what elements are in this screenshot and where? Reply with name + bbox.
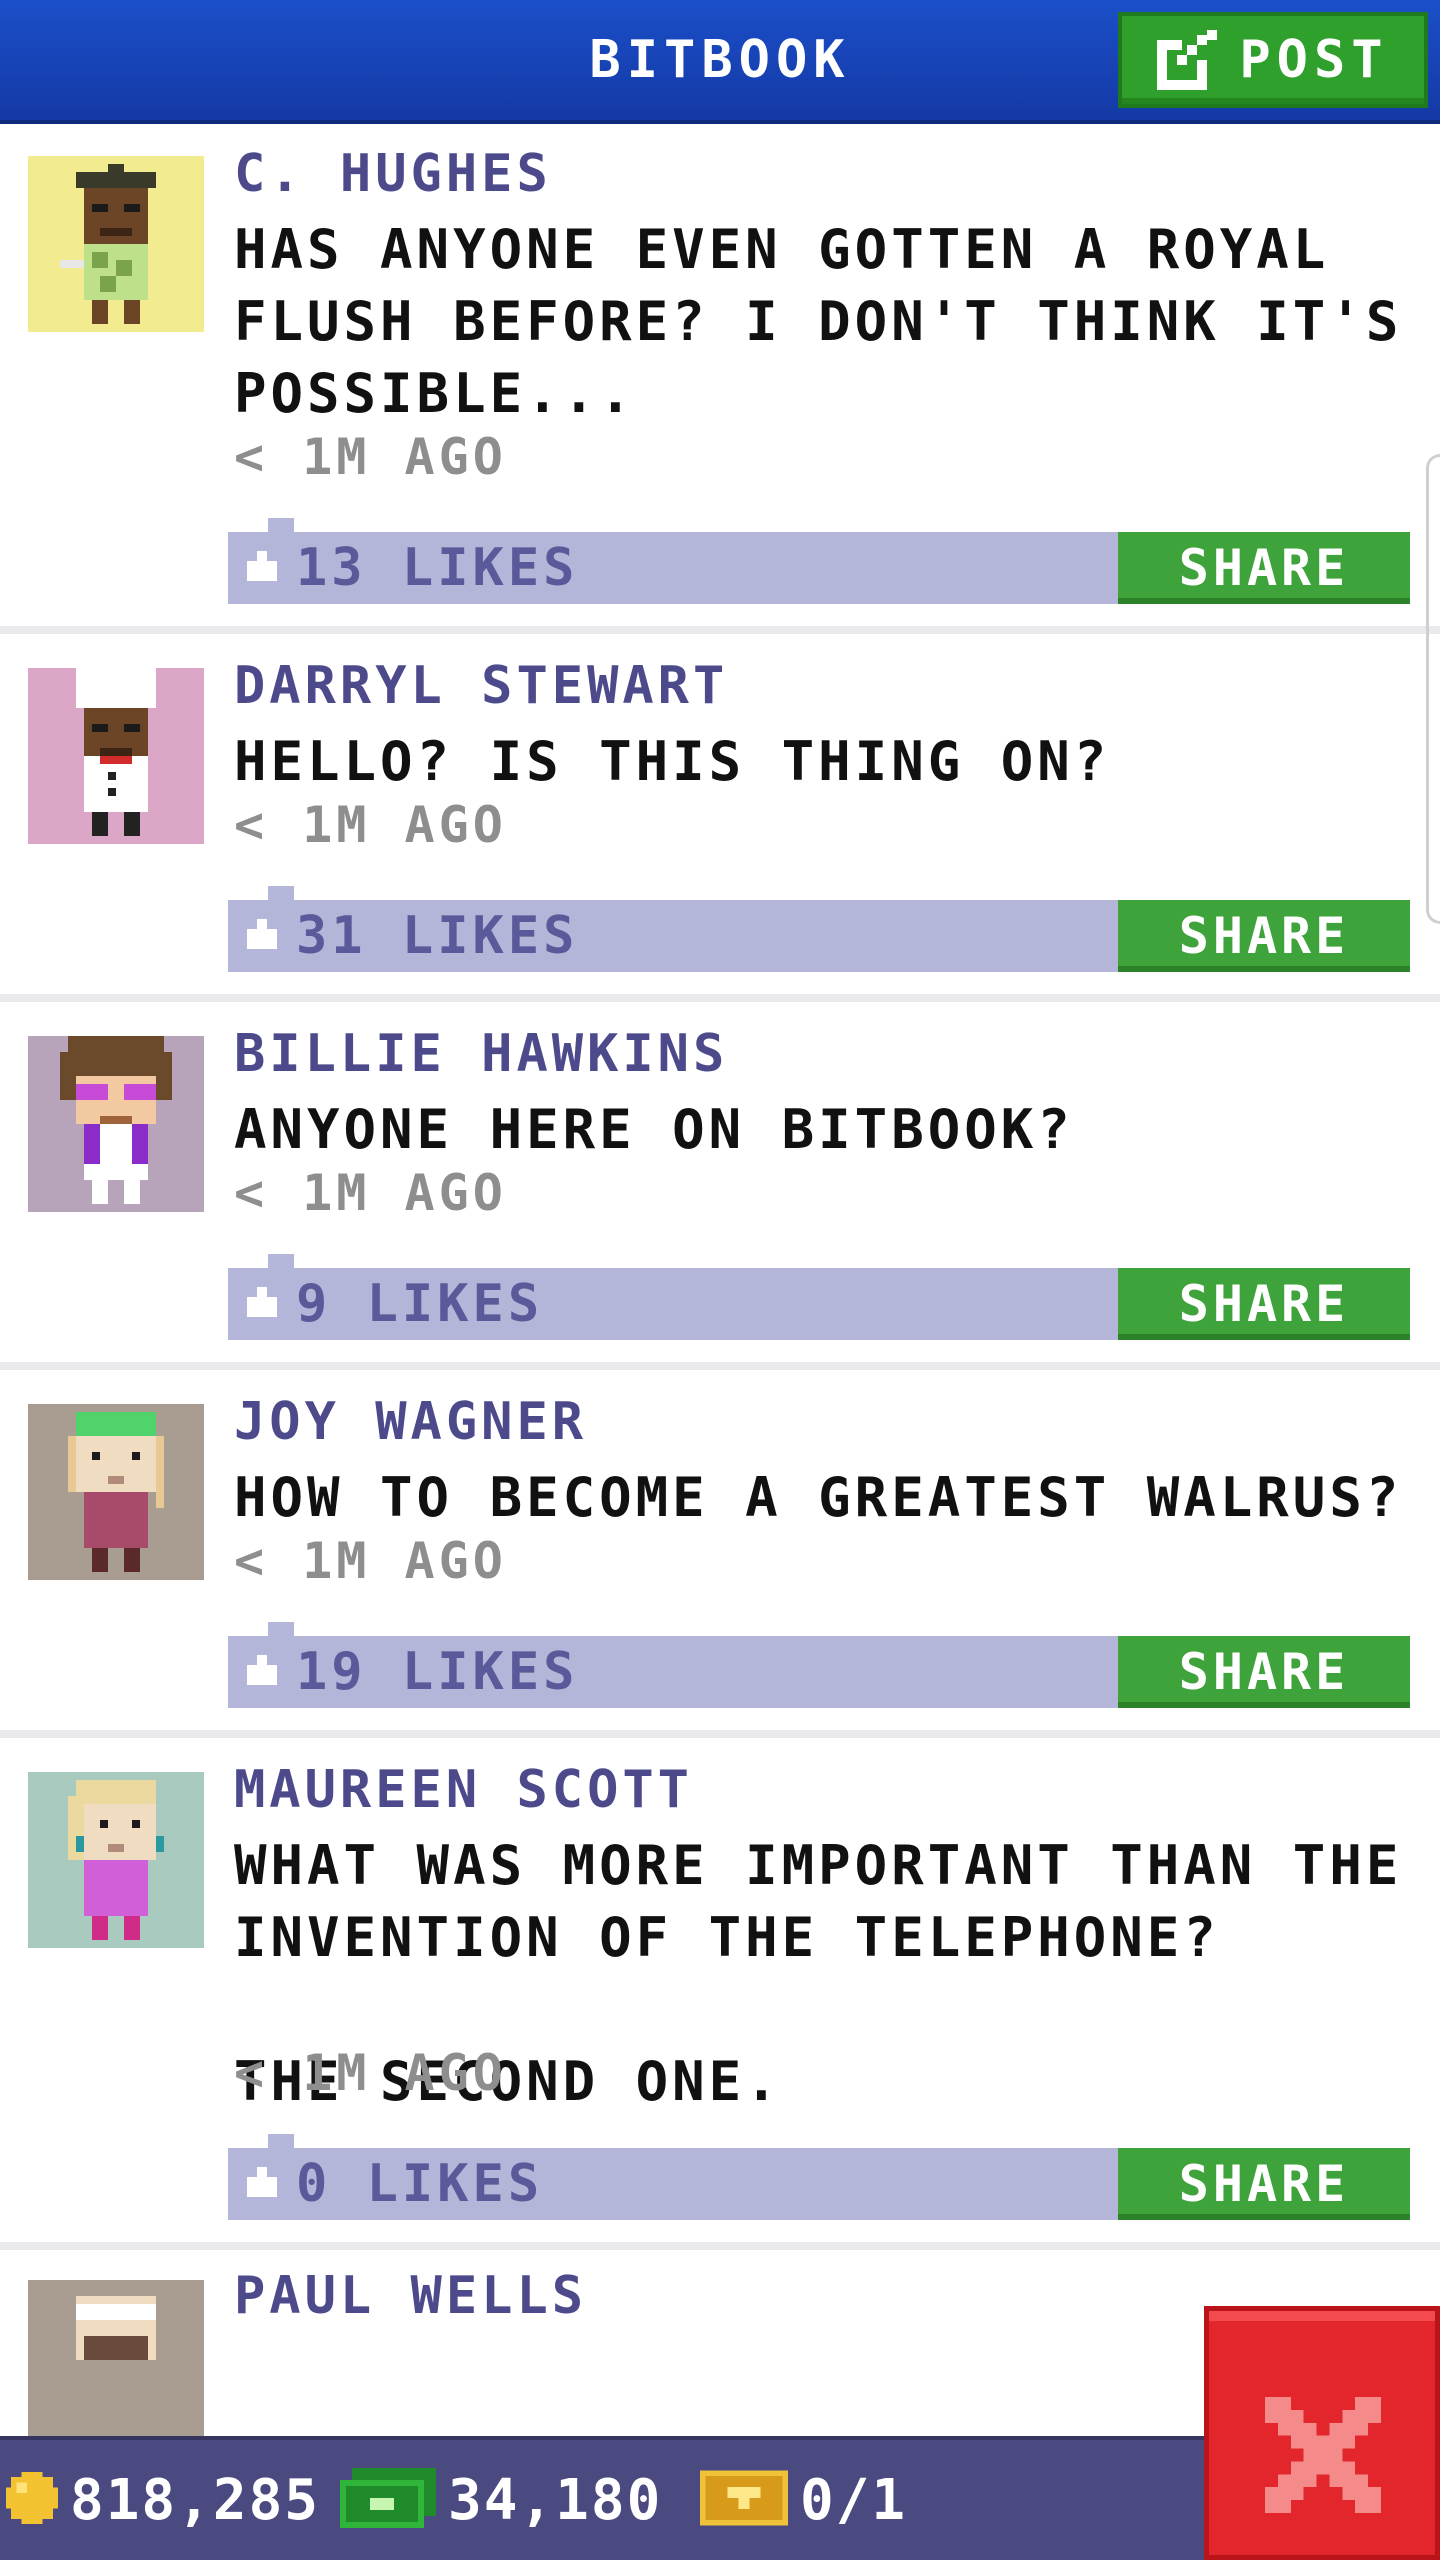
avatar[interactable]: [28, 1404, 204, 1580]
scrollbar[interactable]: [1426, 454, 1440, 924]
tickets-stat: 0/1: [700, 2440, 907, 2560]
divider: [0, 2242, 1440, 2250]
post-author[interactable]: DARRYL STEWART: [234, 656, 728, 716]
coin-icon: [6, 2472, 58, 2528]
post-time: < 1M AGO: [234, 2044, 507, 2102]
likes-bar: 0 LIKES SHARE: [228, 2134, 1410, 2220]
share-button[interactable]: SHARE: [1118, 2148, 1410, 2220]
cash-icon: [340, 2468, 436, 2532]
post-button-label: POST: [1239, 30, 1389, 90]
likes-count: 9 LIKES: [296, 1274, 544, 1334]
likes-bar: 31 LIKES SHARE: [228, 886, 1410, 972]
likes-count: 19 LIKES: [296, 1642, 579, 1702]
avatar[interactable]: [28, 156, 204, 332]
divider: [0, 1362, 1440, 1370]
thumbs-up-icon[interactable]: [242, 914, 282, 958]
post-message: HAS ANYONE EVEN GOTTEN A ROYAL FLUSH BEF…: [234, 218, 1403, 425]
avatar[interactable]: [28, 1036, 204, 1212]
thumbs-up-icon[interactable]: [242, 2162, 282, 2206]
post-author[interactable]: PAUL WELLS: [234, 2266, 587, 2326]
close-button[interactable]: [1204, 2306, 1440, 2560]
likes-count: 13 LIKES: [296, 538, 579, 598]
post-message: ANYONE HERE ON BITBOOK?: [234, 1098, 1074, 1161]
divider: [0, 1730, 1440, 1738]
divider: [0, 994, 1440, 1002]
post-author[interactable]: JOY WAGNER: [234, 1392, 587, 1452]
share-button[interactable]: SHARE: [1118, 1268, 1410, 1340]
post-time: < 1M AGO: [234, 1532, 507, 1590]
divider: [0, 626, 1440, 634]
share-button[interactable]: SHARE: [1118, 900, 1410, 972]
edit-icon: [1157, 30, 1218, 90]
post-message: HOW TO BECOME A GREATEST WALRUS?: [234, 1466, 1403, 1529]
avatar[interactable]: [28, 1772, 204, 1948]
share-button[interactable]: SHARE: [1118, 1636, 1410, 1708]
coins-stat: 818,285: [6, 2440, 320, 2560]
tickets-value: 0/1: [800, 2467, 908, 2533]
avatar[interactable]: [28, 668, 204, 844]
share-button[interactable]: SHARE: [1118, 532, 1410, 604]
thumbs-up-icon[interactable]: [242, 1650, 282, 1694]
post-author[interactable]: C. HUGHES: [234, 144, 552, 204]
post-button[interactable]: POST: [1118, 12, 1428, 108]
post-time: < 1M AGO: [234, 428, 507, 486]
post-author[interactable]: BILLIE HAWKINS: [234, 1024, 728, 1084]
cash-stat: 34,180: [340, 2440, 662, 2560]
app-header: BITBOOK POST: [0, 0, 1440, 124]
likes-bar: 19 LIKES SHARE: [228, 1622, 1410, 1708]
post-time: < 1M AGO: [234, 1164, 507, 1222]
likes-count: 31 LIKES: [296, 906, 579, 966]
likes-bar: 13 LIKES SHARE: [228, 518, 1410, 604]
likes-count: 0 LIKES: [296, 2154, 544, 2214]
cash-value: 34,180: [448, 2467, 663, 2533]
close-icon: [1265, 2397, 1381, 2513]
thumbs-up-icon[interactable]: [242, 546, 282, 590]
coins-value: 818,285: [70, 2467, 321, 2533]
ticket-icon: [700, 2470, 788, 2530]
avatar[interactable]: [28, 2280, 204, 2456]
thumbs-up-icon[interactable]: [242, 1282, 282, 1326]
post-time: < 1M AGO: [234, 796, 507, 854]
likes-bar: 9 LIKES SHARE: [228, 1254, 1410, 1340]
post-message: HELLO? IS THIS THING ON?: [234, 730, 1111, 793]
post-author[interactable]: MAUREEN SCOTT: [234, 1760, 693, 1820]
